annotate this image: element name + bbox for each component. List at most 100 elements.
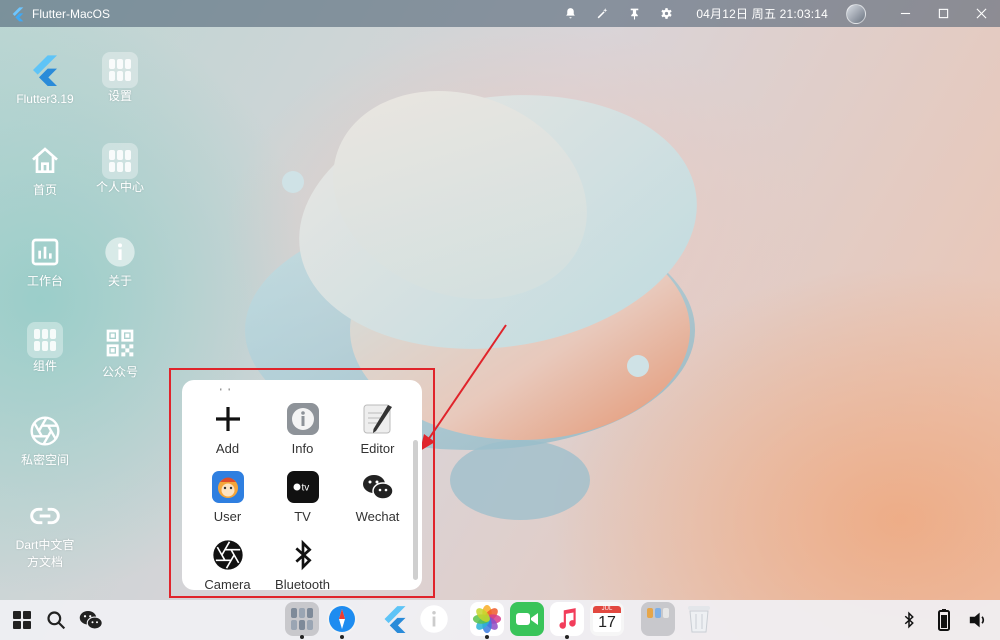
desktop-item-about[interactable]: 关于 [83, 234, 157, 290]
wechat-icon [79, 611, 103, 630]
maximize-icon [938, 8, 948, 19]
desktop-item-dashboard[interactable]: 工作台 [8, 234, 82, 290]
drag-handle[interactable]: ' ' [220, 387, 232, 397]
svg-text:tv: tv [301, 483, 309, 494]
desktop-item-label: 组件 [32, 359, 57, 373]
bell-icon[interactable] [554, 0, 586, 27]
popup-item-wechat[interactable]: Wechat [340, 470, 415, 524]
settings-icon[interactable] [650, 0, 682, 27]
dock-safari[interactable] [325, 602, 359, 636]
desktop-item-label: 首页 [32, 183, 57, 197]
desktop-item-profile[interactable]: 个人中心 [83, 143, 157, 196]
maximize-button[interactable] [924, 0, 962, 27]
wallpaper [245, 91, 697, 520]
calendar-day: 17 [593, 613, 621, 632]
photos-icon [472, 604, 502, 634]
dock-launchpad[interactable] [285, 602, 319, 636]
popup-item-label: User [213, 509, 242, 524]
popup-item-label: TV [294, 509, 311, 524]
avatar[interactable] [846, 3, 866, 24]
desktop-item-settings[interactable]: 设置 [83, 52, 157, 105]
dock-calendar[interactable]: JUL 17 [590, 602, 624, 636]
running-indicator [300, 635, 304, 639]
aperture-icon [27, 413, 63, 449]
desktop-item-dart-docs[interactable]: Dart中文官方文档 [8, 498, 82, 571]
title-bar: Flutter-MacOS 04月12日 周五 21:03:14 [0, 0, 1000, 27]
launchpad-icon [287, 604, 317, 634]
dock-info[interactable] [417, 602, 451, 636]
desktop-item-private-space[interactable]: 私密空间 [8, 413, 82, 469]
info-icon [102, 234, 138, 270]
dock-photos[interactable] [470, 602, 504, 636]
components-folder-icon [27, 322, 63, 358]
popup-item-editor[interactable]: Editor [340, 402, 415, 456]
battery-icon [938, 609, 950, 631]
desktop-item-label: 关于 [107, 274, 132, 288]
running-indicator [485, 635, 489, 639]
popup-item-label: Info [291, 441, 314, 456]
desktop-item-label: 私密空间 [20, 453, 69, 467]
desktop-item-home[interactable]: 首页 [8, 143, 82, 199]
popup-item-add[interactable]: Add [190, 402, 265, 456]
search-button[interactable] [44, 600, 68, 640]
minimize-icon [900, 12, 910, 15]
link-icon [27, 498, 63, 534]
popup-item-label: Editor [360, 441, 395, 456]
desktop-item-label: Dart中文官方文档 [15, 538, 75, 569]
dock-trash[interactable] [682, 602, 716, 636]
running-indicator [565, 635, 569, 639]
dock-folder[interactable] [641, 602, 675, 636]
popup-item-user[interactable]: User [190, 470, 265, 524]
pin-icon[interactable] [618, 0, 650, 27]
magic-wand-icon[interactable] [586, 0, 618, 27]
wechat-icon [361, 470, 395, 504]
battery-button[interactable] [934, 600, 954, 640]
search-icon [47, 611, 66, 630]
camera-aperture-icon [211, 538, 245, 572]
popup-scrollbar[interactable] [413, 440, 418, 580]
popup-item-tv[interactable]: tv TV [265, 470, 340, 524]
wechat-button[interactable] [78, 600, 104, 640]
desktop-item-label: 工作台 [26, 274, 63, 288]
qrcode-icon [102, 325, 138, 361]
desktop-item-label: 个人中心 [95, 180, 144, 194]
dock-music[interactable] [550, 602, 584, 636]
popup-item-label: Wechat [355, 509, 400, 524]
close-icon [976, 8, 986, 19]
desktop-item-components[interactable]: 组件 [8, 322, 82, 375]
bluetooth-icon [286, 538, 320, 572]
popup-item-info[interactable]: Info [265, 402, 340, 456]
taskbar: JUL 17 [0, 600, 1000, 640]
volume-icon [969, 612, 985, 628]
popup-item-camera[interactable]: Camera [190, 538, 265, 590]
desktop-item-official-account[interactable]: 公众号 [83, 325, 157, 381]
music-icon [559, 608, 576, 629]
volume-button[interactable] [966, 600, 990, 640]
running-indicator [340, 635, 344, 639]
popup-item-bluetooth[interactable]: Bluetooth [265, 538, 340, 590]
dock-facetime[interactable] [510, 602, 544, 636]
calendar-month: JUL [593, 606, 621, 613]
app-launcher-popup: ' ' Add Info Editor User tv TV Wechat Ca… [182, 380, 422, 590]
windows-start-icon [13, 611, 31, 629]
close-button[interactable] [962, 0, 1000, 27]
desktop-item-label: 设置 [107, 89, 132, 103]
flutter-logo-icon [27, 52, 63, 88]
bluetooth-button[interactable] [898, 600, 920, 640]
facetime-icon [516, 613, 538, 625]
desktop-item-label: Flutter3.19 [16, 92, 74, 106]
info-app-icon [286, 402, 320, 436]
dock-flutter[interactable] [378, 602, 412, 636]
flutter-icon [384, 606, 406, 633]
popup-item-label: Add [215, 441, 240, 456]
desktop-item-flutter[interactable]: Flutter3.19 [8, 52, 82, 108]
minimize-button[interactable] [886, 0, 924, 27]
folder-icon [643, 604, 673, 634]
info-icon [420, 605, 448, 633]
user-app-icon [211, 470, 245, 504]
desktop-item-label: 公众号 [101, 365, 138, 379]
profile-folder-icon [102, 143, 138, 179]
popup-item-label: Bluetooth [275, 577, 330, 590]
start-button[interactable] [10, 600, 34, 640]
dashboard-icon [27, 234, 63, 270]
